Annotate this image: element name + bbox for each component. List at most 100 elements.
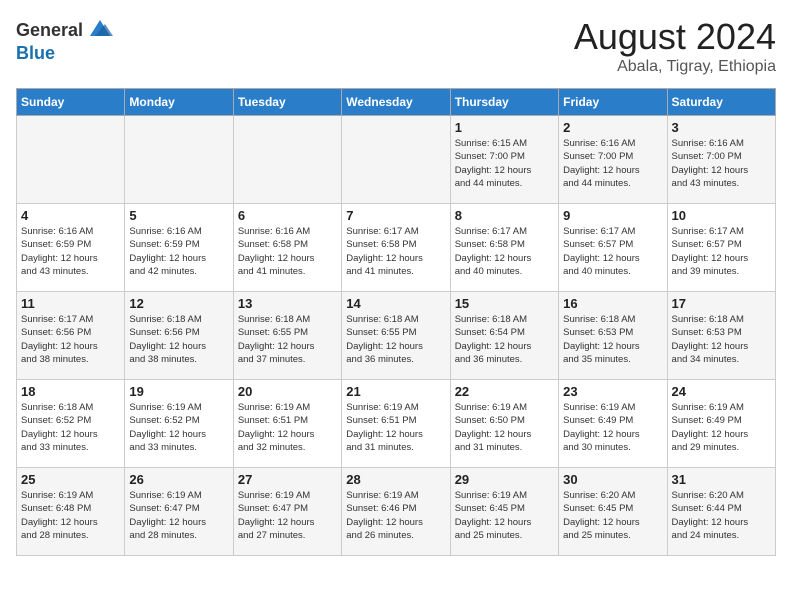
day-number: 2 (563, 120, 662, 135)
header-monday: Monday (125, 89, 233, 116)
day-info: Sunrise: 6:19 AM Sunset: 6:51 PM Dayligh… (238, 401, 337, 454)
day-info: Sunrise: 6:19 AM Sunset: 6:49 PM Dayligh… (563, 401, 662, 454)
day-number: 4 (21, 208, 120, 223)
day-number: 1 (455, 120, 554, 135)
day-info: Sunrise: 6:17 AM Sunset: 6:57 PM Dayligh… (672, 225, 771, 278)
day-info: Sunrise: 6:19 AM Sunset: 6:47 PM Dayligh… (238, 489, 337, 542)
day-number: 24 (672, 384, 771, 399)
calendar-cell (125, 116, 233, 204)
day-info: Sunrise: 6:20 AM Sunset: 6:44 PM Dayligh… (672, 489, 771, 542)
day-info: Sunrise: 6:17 AM Sunset: 6:57 PM Dayligh… (563, 225, 662, 278)
day-number: 30 (563, 472, 662, 487)
calendar-body: 1 Sunrise: 6:15 AM Sunset: 7:00 PM Daylig… (17, 116, 776, 556)
day-info: Sunrise: 6:18 AM Sunset: 6:55 PM Dayligh… (346, 313, 445, 366)
day-number: 31 (672, 472, 771, 487)
day-number: 28 (346, 472, 445, 487)
day-number: 14 (346, 296, 445, 311)
day-info: Sunrise: 6:19 AM Sunset: 6:50 PM Dayligh… (455, 401, 554, 454)
day-info: Sunrise: 6:18 AM Sunset: 6:54 PM Dayligh… (455, 313, 554, 366)
day-number: 21 (346, 384, 445, 399)
calendar-cell (17, 116, 125, 204)
calendar-cell: 21 Sunrise: 6:19 AM Sunset: 6:51 PM Dayli… (342, 380, 450, 468)
calendar-cell: 3 Sunrise: 6:16 AM Sunset: 7:00 PM Daylig… (667, 116, 775, 204)
header-tuesday: Tuesday (233, 89, 341, 116)
calendar-cell: 6 Sunrise: 6:16 AM Sunset: 6:58 PM Daylig… (233, 204, 341, 292)
day-info: Sunrise: 6:16 AM Sunset: 7:00 PM Dayligh… (672, 137, 771, 190)
calendar-cell: 27Sunrise: 6:19 AM Sunset: 6:47 PM Dayli… (233, 468, 341, 556)
main-title: August 2024 (574, 16, 776, 58)
day-info: Sunrise: 6:18 AM Sunset: 6:56 PM Dayligh… (129, 313, 228, 366)
calendar-cell: 22 Sunrise: 6:19 AM Sunset: 6:50 PM Dayli… (450, 380, 558, 468)
calendar-cell: 8 Sunrise: 6:17 AM Sunset: 6:58 PM Daylig… (450, 204, 558, 292)
calendar-cell: 14 Sunrise: 6:18 AM Sunset: 6:55 PM Dayli… (342, 292, 450, 380)
day-number: 17 (672, 296, 771, 311)
day-info: Sunrise: 6:18 AM Sunset: 6:52 PM Dayligh… (21, 401, 120, 454)
calendar-cell: 26 Sunrise: 6:19 AM Sunset: 6:47 PM Dayli… (125, 468, 233, 556)
day-info: Sunrise: 6:18 AM Sunset: 6:55 PM Dayligh… (238, 313, 337, 366)
day-number: 25 (21, 472, 120, 487)
calendar-cell: 29 Sunrise: 6:19 AM Sunset: 6:45 PM Dayli… (450, 468, 558, 556)
day-number: 6 (238, 208, 337, 223)
calendar-cell: 20 Sunrise: 6:19 AM Sunset: 6:51 PM Dayli… (233, 380, 341, 468)
day-info: Sunrise: 6:19 AM Sunset: 6:47 PM Dayligh… (129, 489, 228, 542)
calendar-cell: 25Sunrise: 6:19 AM Sunset: 6:48 PM Dayli… (17, 468, 125, 556)
calendar-cell: 10 Sunrise: 6:17 AM Sunset: 6:57 PM Dayli… (667, 204, 775, 292)
header-sunday: Sunday (17, 89, 125, 116)
calendar-cell: 23 Sunrise: 6:19 AM Sunset: 6:49 PM Dayli… (559, 380, 667, 468)
calendar-cell: 5Sunrise: 6:16 AM Sunset: 6:59 PM Daylig… (125, 204, 233, 292)
day-info: Sunrise: 6:18 AM Sunset: 6:53 PM Dayligh… (672, 313, 771, 366)
day-number: 20 (238, 384, 337, 399)
day-info: Sunrise: 6:16 AM Sunset: 6:59 PM Dayligh… (129, 225, 228, 278)
day-info: Sunrise: 6:19 AM Sunset: 6:45 PM Dayligh… (455, 489, 554, 542)
day-number: 22 (455, 384, 554, 399)
day-number: 29 (455, 472, 554, 487)
day-info: Sunrise: 6:16 AM Sunset: 6:59 PM Dayligh… (21, 225, 120, 278)
day-info: Sunrise: 6:16 AM Sunset: 7:00 PM Dayligh… (563, 137, 662, 190)
day-number: 9 (563, 208, 662, 223)
day-number: 18 (21, 384, 120, 399)
calendar-cell (233, 116, 341, 204)
calendar-table: SundayMondayTuesdayWednesdayThursdayFrid… (16, 88, 776, 556)
day-info: Sunrise: 6:17 AM Sunset: 6:56 PM Dayligh… (21, 313, 120, 366)
calendar-cell: 28 Sunrise: 6:19 AM Sunset: 6:46 PM Dayli… (342, 468, 450, 556)
page-header: General Blue August 2024 Abala, Tigray, … (16, 16, 776, 76)
calendar-cell: 9 Sunrise: 6:17 AM Sunset: 6:57 PM Daylig… (559, 204, 667, 292)
logo: General Blue (16, 16, 115, 64)
header-wednesday: Wednesday (342, 89, 450, 116)
day-info: Sunrise: 6:17 AM Sunset: 6:58 PM Dayligh… (455, 225, 554, 278)
day-number: 26 (129, 472, 228, 487)
day-info: Sunrise: 6:18 AM Sunset: 6:53 PM Dayligh… (563, 313, 662, 366)
day-info: Sunrise: 6:20 AM Sunset: 6:45 PM Dayligh… (563, 489, 662, 542)
day-number: 7 (346, 208, 445, 223)
day-number: 12 (129, 296, 228, 311)
day-info: Sunrise: 6:16 AM Sunset: 6:58 PM Dayligh… (238, 225, 337, 278)
day-info: Sunrise: 6:15 AM Sunset: 7:00 PM Dayligh… (455, 137, 554, 190)
calendar-cell: 11Sunrise: 6:17 AM Sunset: 6:56 PM Dayli… (17, 292, 125, 380)
calendar-cell: 13 Sunrise: 6:18 AM Sunset: 6:55 PM Dayli… (233, 292, 341, 380)
subtitle: Abala, Tigray, Ethiopia (574, 58, 776, 76)
calendar-cell: 31 Sunrise: 6:20 AM Sunset: 6:44 PM Dayli… (667, 468, 775, 556)
day-info: Sunrise: 6:19 AM Sunset: 6:46 PM Dayligh… (346, 489, 445, 542)
calendar-cell: 15 Sunrise: 6:18 AM Sunset: 6:54 PM Dayli… (450, 292, 558, 380)
calendar-cell: 12 Sunrise: 6:18 AM Sunset: 6:56 PM Dayli… (125, 292, 233, 380)
day-number: 13 (238, 296, 337, 311)
calendar-header-row: SundayMondayTuesdayWednesdayThursdayFrid… (17, 89, 776, 116)
calendar-cell: 16 Sunrise: 6:18 AM Sunset: 6:53 PM Dayli… (559, 292, 667, 380)
calendar-cell: 24Sunrise: 6:19 AM Sunset: 6:49 PM Dayli… (667, 380, 775, 468)
day-number: 15 (455, 296, 554, 311)
logo-general: General (16, 21, 83, 39)
day-info: Sunrise: 6:19 AM Sunset: 6:51 PM Dayligh… (346, 401, 445, 454)
day-number: 10 (672, 208, 771, 223)
day-number: 23 (563, 384, 662, 399)
calendar-cell: 1 Sunrise: 6:15 AM Sunset: 7:00 PM Daylig… (450, 116, 558, 204)
day-number: 3 (672, 120, 771, 135)
day-number: 16 (563, 296, 662, 311)
week-row-5: 25Sunrise: 6:19 AM Sunset: 6:48 PM Dayli… (17, 468, 776, 556)
header-saturday: Saturday (667, 89, 775, 116)
logo-icon (85, 16, 115, 44)
week-row-4: 18 Sunrise: 6:18 AM Sunset: 6:52 PM Dayli… (17, 380, 776, 468)
day-info: Sunrise: 6:17 AM Sunset: 6:58 PM Dayligh… (346, 225, 445, 278)
day-number: 8 (455, 208, 554, 223)
week-row-1: 1 Sunrise: 6:15 AM Sunset: 7:00 PM Daylig… (17, 116, 776, 204)
week-row-2: 4 Sunrise: 6:16 AM Sunset: 6:59 PM Daylig… (17, 204, 776, 292)
